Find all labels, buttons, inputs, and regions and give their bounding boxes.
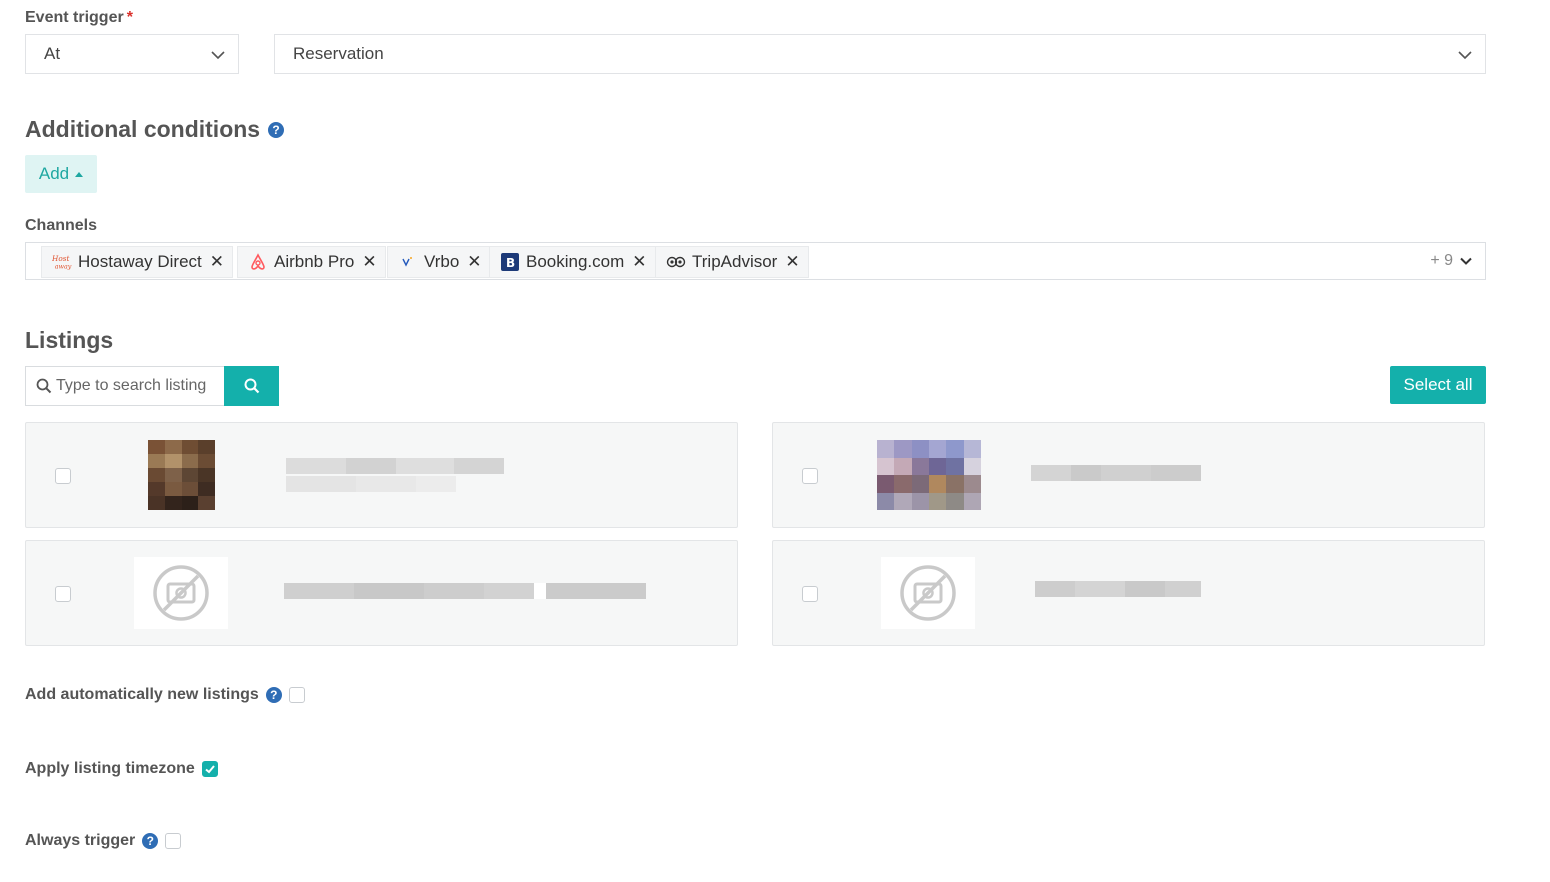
channels-multiselect[interactable]: Host away Hostaway Direct ✕ Airbnb Pro ✕ …	[25, 242, 1486, 280]
remove-chip-icon[interactable]: ✕	[632, 252, 646, 272]
svg-text:Host: Host	[52, 254, 69, 263]
event-trigger-label-text: Event trigger	[25, 9, 124, 26]
auto-add-listings-checkbox[interactable]	[288, 687, 305, 703]
channel-chip-label: Booking.com	[526, 252, 625, 271]
event-trigger-label: Event trigger *	[25, 9, 133, 27]
listing-search-input[interactable]: Type to search listing	[25, 366, 224, 406]
remove-chip-icon[interactable]: ✕	[785, 252, 799, 272]
listing-name-redacted	[286, 458, 504, 474]
channel-chip: Host away Hostaway Direct ✕	[41, 246, 234, 278]
channel-chip: TripAdvisor ✕	[655, 246, 809, 278]
additional-conditions-heading: Additional conditions ?	[25, 116, 285, 143]
channel-chip-label: Hostaway Direct	[78, 252, 202, 271]
help-icon[interactable]: ?	[268, 121, 285, 138]
search-icon	[244, 378, 259, 394]
remove-chip-icon[interactable]: ✕	[362, 252, 376, 272]
listing-checkbox[interactable]	[802, 586, 818, 602]
svg-text:away: away	[55, 263, 72, 270]
event-select-value: Reservation	[293, 44, 384, 63]
listing-card[interactable]	[25, 540, 738, 646]
airbnb-logo-icon	[248, 252, 268, 272]
add-condition-button[interactable]: Add	[25, 155, 97, 193]
apply-timezone-checkbox[interactable]	[201, 761, 218, 777]
listing-card[interactable]	[25, 422, 738, 528]
auto-add-listings-option: Add automatically new listings ?	[25, 686, 305, 704]
timing-select[interactable]: At	[25, 34, 239, 74]
apply-timezone-option: Apply listing timezone	[25, 760, 218, 778]
listing-search: Type to search listing	[25, 366, 279, 406]
checkmark-icon	[205, 765, 215, 774]
no-photo-icon	[881, 557, 975, 629]
additional-conditions-title: Additional conditions	[25, 116, 261, 142]
listing-search-button[interactable]	[224, 366, 279, 406]
caret-up-icon	[75, 172, 84, 177]
listing-card[interactable]	[772, 422, 1485, 528]
listing-photo	[148, 440, 215, 510]
channel-chip-label: Vrbo	[424, 252, 460, 271]
listing-name-redacted	[1035, 581, 1201, 597]
remove-chip-icon[interactable]: ✕	[467, 252, 481, 272]
select-all-button[interactable]: Select all	[1390, 366, 1486, 404]
help-icon[interactable]: ?	[265, 687, 282, 703]
channel-chip-label: TripAdvisor	[692, 252, 778, 271]
chevron-down-icon	[211, 51, 225, 60]
event-select[interactable]: Reservation	[274, 34, 1486, 74]
listing-search-placeholder: Type to search listing	[56, 377, 207, 394]
apply-timezone-label: Apply listing timezone	[25, 760, 195, 777]
always-trigger-option: Always trigger ?	[25, 832, 182, 850]
no-photo-icon	[134, 557, 228, 629]
channel-chip: B Booking.com ✕	[489, 246, 656, 278]
channel-chip-label: Airbnb Pro	[274, 252, 355, 271]
listing-name-redacted	[286, 476, 456, 492]
search-icon	[36, 378, 52, 394]
chevron-down-icon	[1460, 257, 1472, 265]
listing-checkbox[interactable]	[55, 468, 71, 484]
booking-logo-icon: B	[500, 252, 520, 272]
remove-chip-icon[interactable]: ✕	[210, 252, 224, 272]
always-trigger-checkbox[interactable]	[165, 833, 182, 849]
channels-label: Channels	[25, 217, 98, 234]
always-trigger-label: Always trigger	[25, 832, 136, 849]
hostaway-logo-icon: Host away	[52, 252, 72, 272]
svg-text:B: B	[506, 256, 515, 270]
listing-photo	[877, 440, 981, 510]
help-icon[interactable]: ?	[142, 833, 159, 849]
channel-chip: Airbnb Pro ✕	[237, 246, 386, 278]
vrbo-logo-icon	[398, 252, 418, 272]
listings-title: Listings	[25, 327, 114, 353]
chevron-down-icon	[1458, 51, 1472, 60]
channel-chip: Vrbo ✕	[387, 246, 491, 278]
required-mark: *	[126, 9, 133, 26]
auto-add-listings-label: Add automatically new listings	[25, 686, 259, 703]
more-channels-toggle[interactable]: + 9	[1430, 252, 1473, 270]
listing-name-redacted	[1031, 465, 1201, 481]
listing-card[interactable]	[772, 540, 1485, 646]
tripadvisor-logo-icon	[666, 252, 686, 272]
listing-checkbox[interactable]	[802, 468, 818, 484]
listing-name-redacted	[284, 583, 646, 599]
more-channels-count: + 9	[1430, 252, 1453, 269]
timing-select-value: At	[44, 44, 61, 63]
add-condition-label: Add	[38, 164, 70, 183]
listing-checkbox[interactable]	[55, 586, 71, 602]
